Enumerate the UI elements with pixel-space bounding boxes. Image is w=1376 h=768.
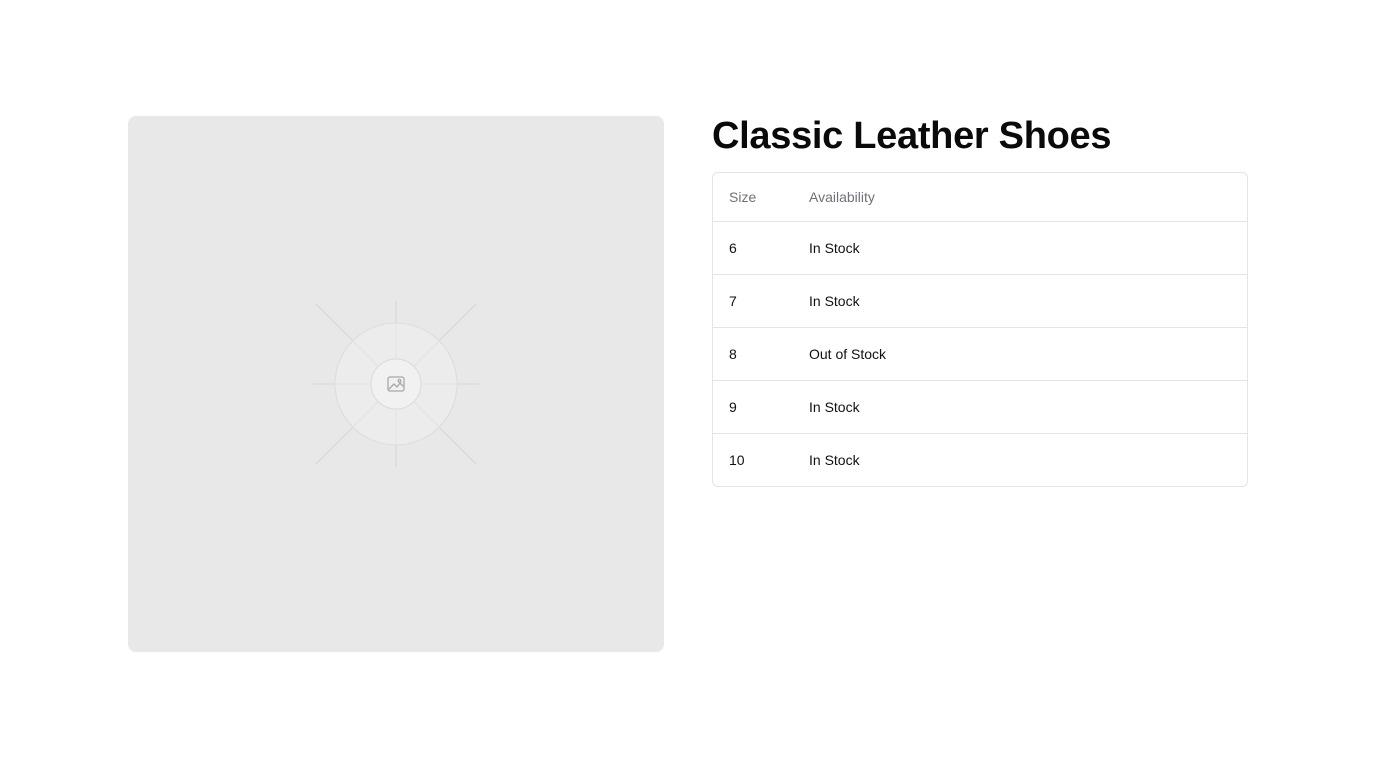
- column-header-size: Size: [713, 173, 793, 222]
- product-title: Classic Leather Shoes: [712, 115, 1112, 157]
- size-cell: 10: [729, 452, 745, 468]
- availability-cell: In Stock: [793, 380, 1247, 434]
- size-cell: 8: [713, 327, 793, 381]
- table-row: 8 Out of Stock: [713, 327, 1247, 381]
- column-header-availability: Availability: [793, 173, 1247, 222]
- table-header-row: Size Availability: [713, 173, 1247, 222]
- product-page: Classic Leather Shoes Size Availability …: [0, 0, 1376, 768]
- availability-cell: In Stock: [809, 452, 860, 468]
- size-cell: 6: [713, 221, 793, 275]
- availability-cell: In Stock: [793, 221, 1247, 275]
- size-cell: 7: [713, 274, 793, 328]
- size-table: Size Availability 6 In Stock 7 In Stock …: [713, 173, 1247, 486]
- image-placeholder-icon: [313, 301, 479, 467]
- table-row: 7 In Stock: [713, 274, 1247, 328]
- size-cell: 9: [713, 380, 793, 434]
- table-row: 6 In Stock: [713, 221, 1247, 275]
- table-row: 9 In Stock: [713, 380, 1247, 434]
- product-image: [128, 116, 664, 652]
- table-row: 10 In Stock: [713, 434, 1247, 487]
- size-availability-table: Size Availability 6 In Stock 7 In Stock …: [712, 172, 1248, 487]
- availability-cell: In Stock: [793, 274, 1247, 328]
- product-details: Classic Leather Shoes Size Availability …: [712, 116, 1248, 487]
- availability-cell: Out of Stock: [793, 327, 1247, 381]
